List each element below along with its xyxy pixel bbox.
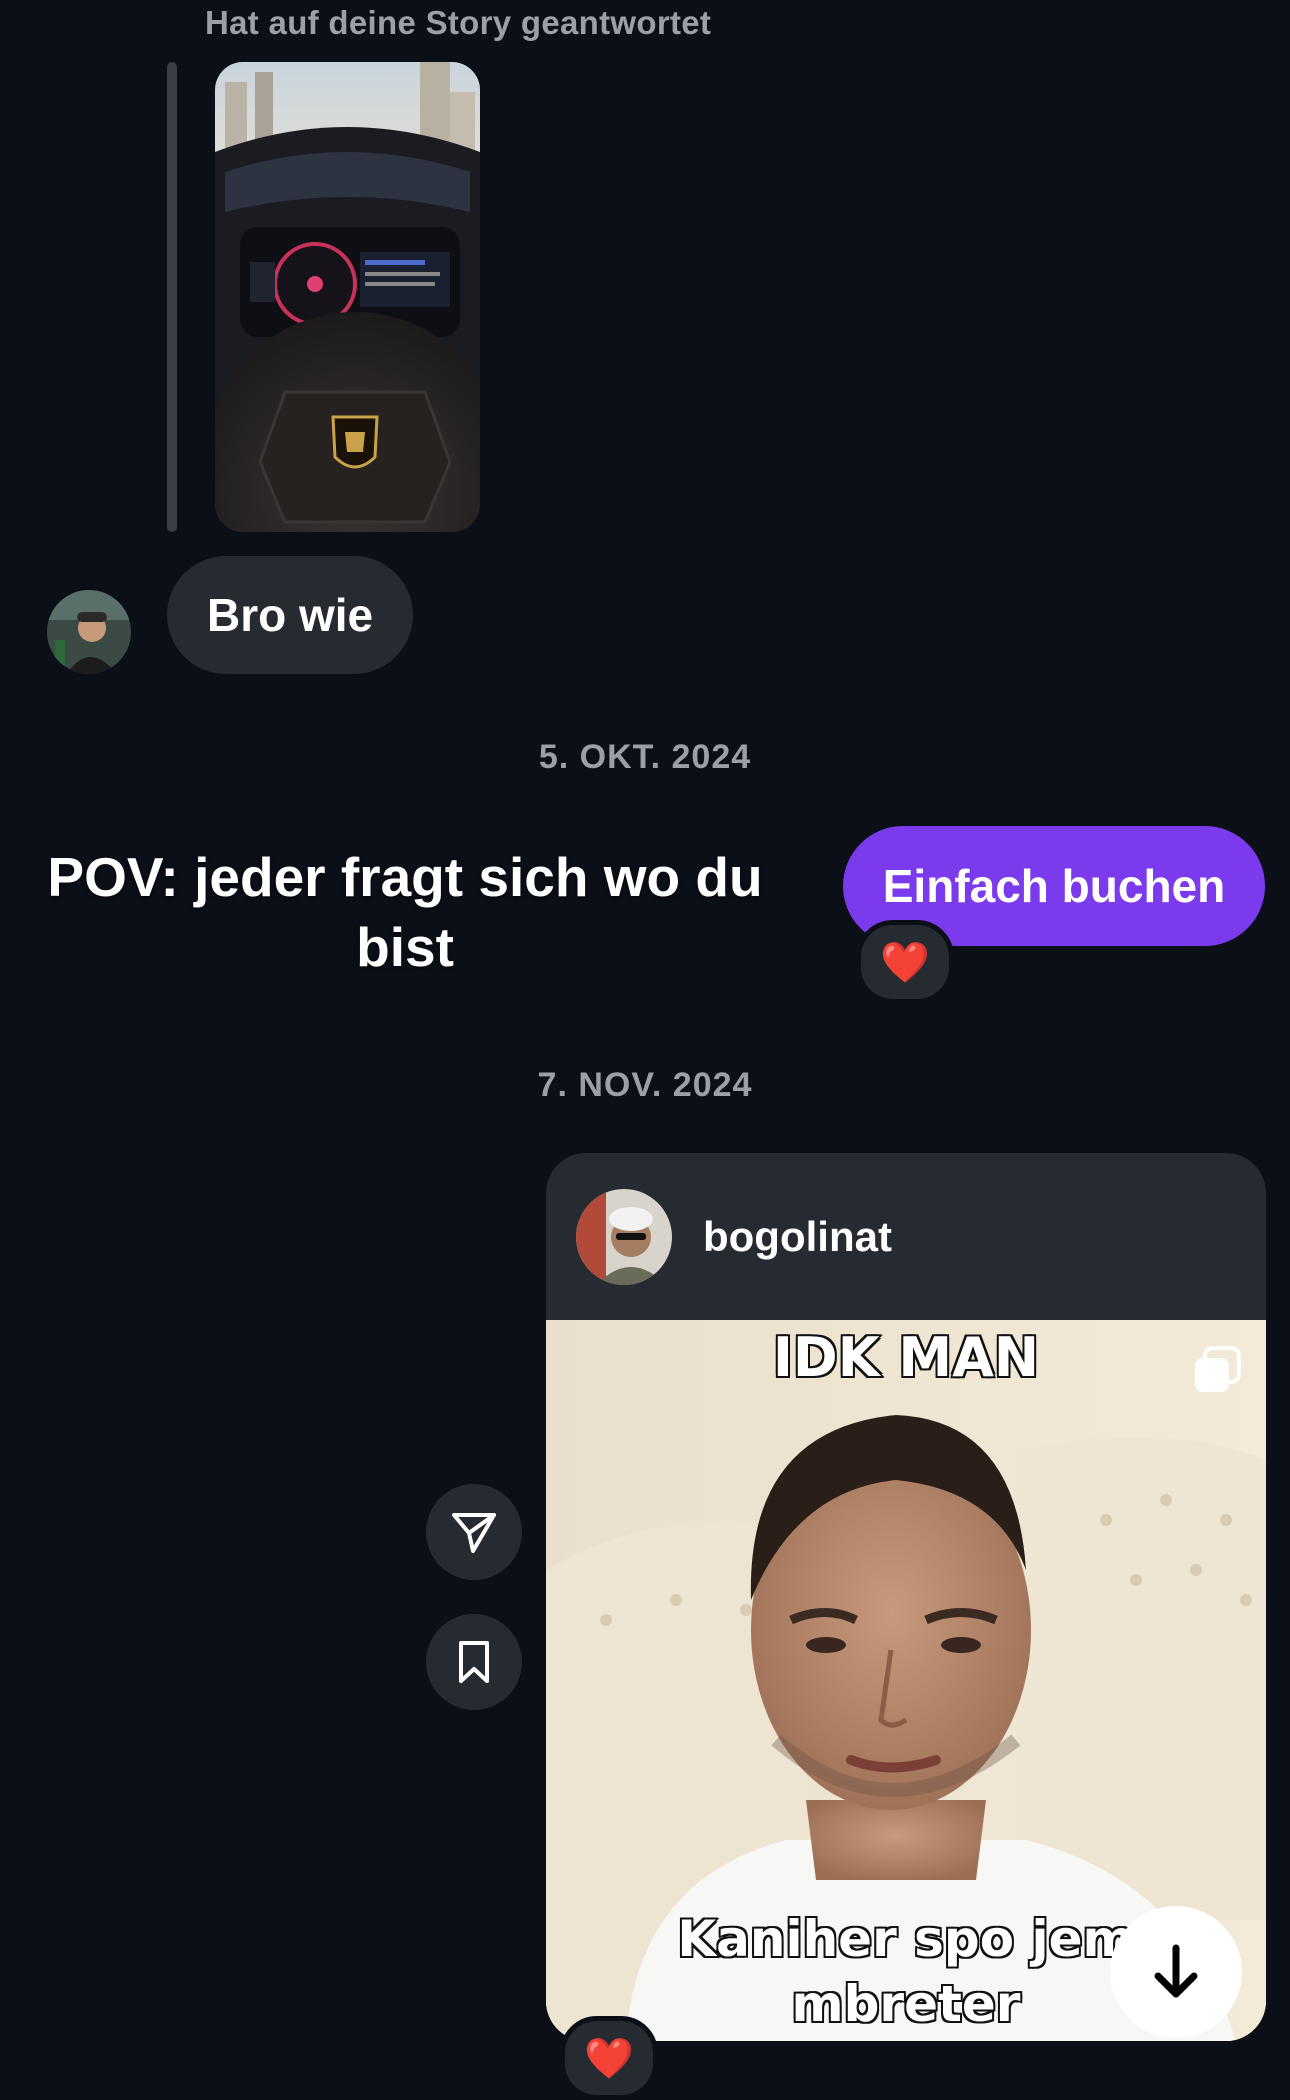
bookmark-icon bbox=[459, 1641, 489, 1683]
heart-icon: ❤️ bbox=[584, 2036, 634, 2081]
post-header[interactable]: bogolinat bbox=[546, 1153, 1266, 1320]
story-thumbnail[interactable] bbox=[215, 62, 480, 532]
share-button[interactable] bbox=[426, 1484, 522, 1580]
incoming-message-bubble[interactable]: Bro wie bbox=[167, 556, 414, 674]
scroll-down-button[interactable] bbox=[1110, 1906, 1242, 2038]
meme-top-text: IDK MAN bbox=[771, 1325, 1040, 1391]
shared-reel-caption[interactable]: POV: jeder fragt sich wo du bist bbox=[30, 842, 780, 982]
sender-avatar[interactable] bbox=[47, 590, 131, 674]
multiple-images-icon bbox=[1191, 1344, 1243, 1401]
arrow-down-icon bbox=[1154, 1944, 1198, 1998]
heart-icon: ❤️ bbox=[880, 940, 930, 985]
heart-reaction[interactable]: ❤️ bbox=[560, 2016, 658, 2100]
post-author-avatar[interactable] bbox=[576, 1189, 672, 1285]
heart-reaction[interactable]: ❤️ bbox=[856, 920, 954, 1004]
date-separator: 5. OKT. 2024 bbox=[538, 738, 752, 776]
sender-avatar-image bbox=[47, 590, 131, 674]
story-reply-caption: Hat auf deine Story geantwortet bbox=[205, 4, 712, 41]
date-separator: 7. NOV. 2024 bbox=[537, 1066, 753, 1104]
car-interior-image bbox=[215, 62, 480, 532]
reply-indicator-bar bbox=[167, 62, 177, 532]
post-username[interactable]: bogolinat bbox=[703, 1213, 892, 1261]
save-button[interactable] bbox=[426, 1614, 522, 1710]
post-author-avatar-image bbox=[576, 1189, 672, 1285]
paper-plane-icon bbox=[452, 1513, 496, 1553]
